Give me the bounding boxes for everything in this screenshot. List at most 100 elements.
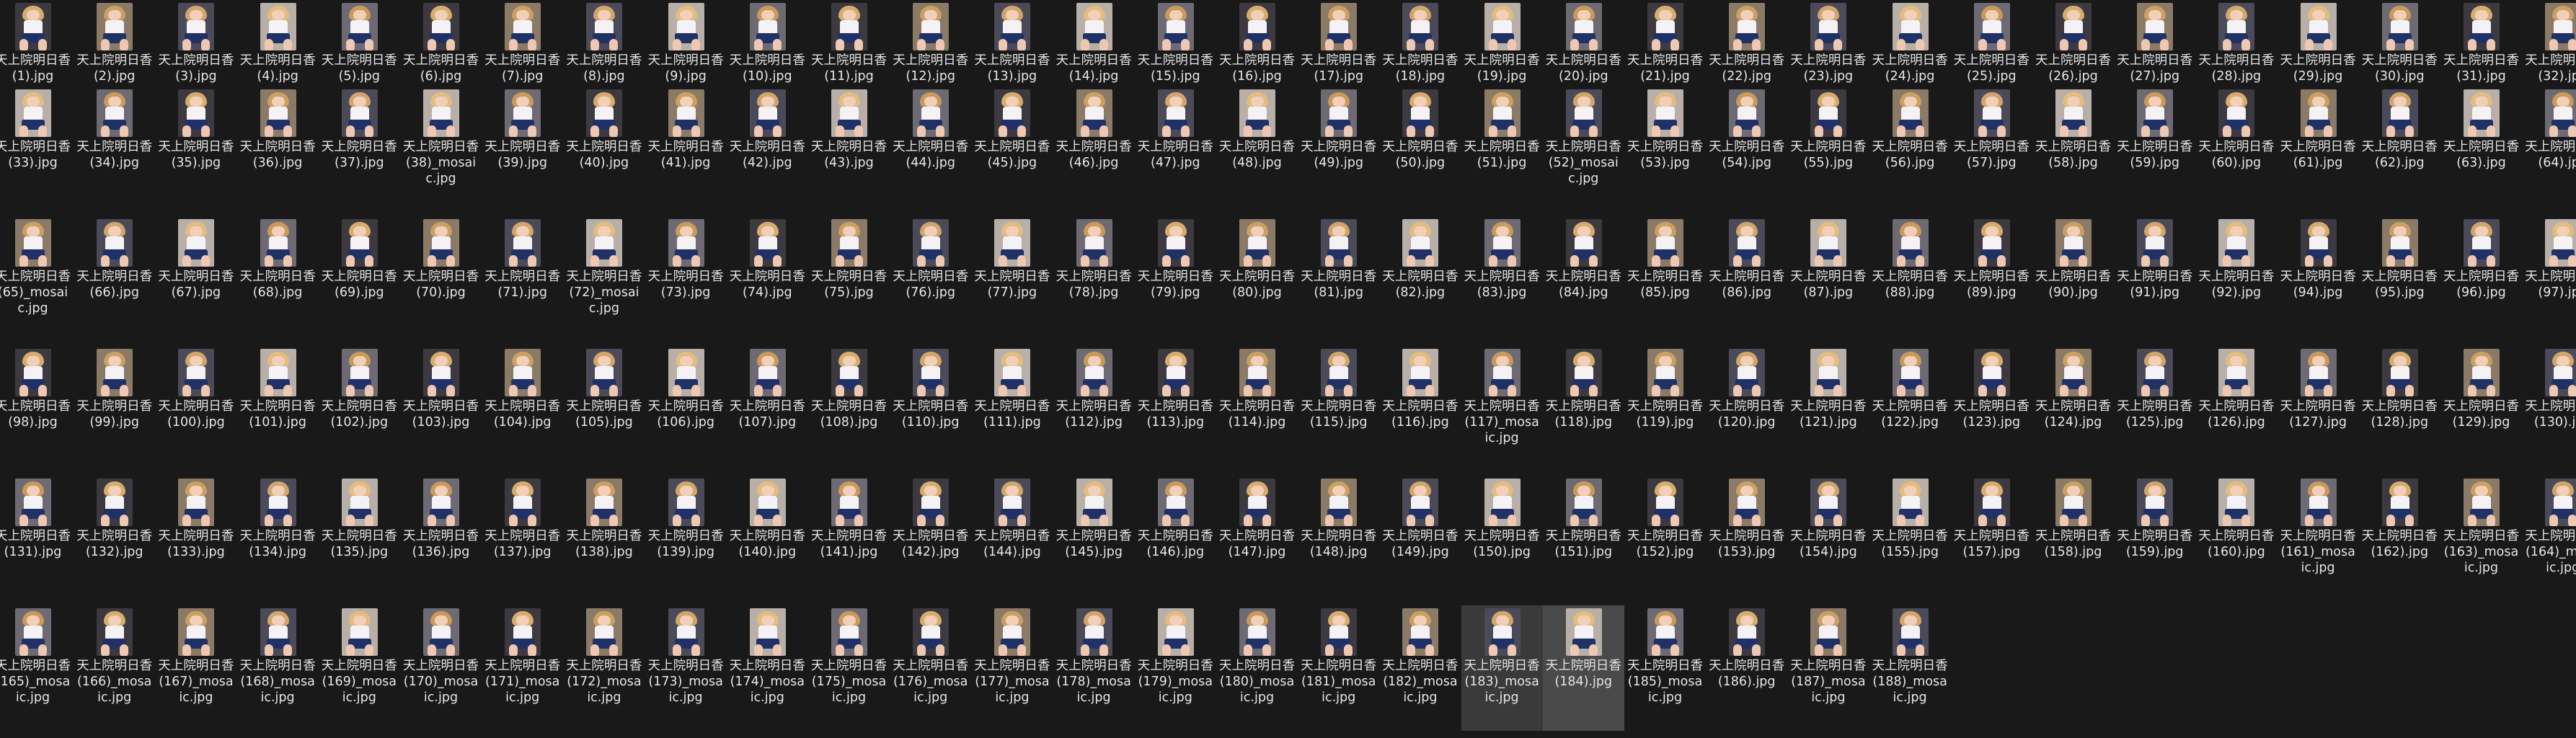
- file-item[interactable]: 天上院明日香 (114).jpg: [1216, 346, 1298, 471]
- file-item[interactable]: 天上院明日香 (122).jpg: [1869, 346, 1951, 471]
- file-item[interactable]: 天上院明日香 (158).jpg: [2032, 476, 2114, 601]
- file-item[interactable]: 天上院明日香 (116).jpg: [1379, 346, 1461, 471]
- file-item[interactable]: 天上院明日香 (61).jpg: [2278, 86, 2359, 212]
- file-item[interactable]: 天上院明日香 (161)_mosaic.jpg: [2278, 476, 2359, 601]
- file-item[interactable]: 天上院明日香 (150).jpg: [1461, 476, 1543, 601]
- file-item[interactable]: 天上院明日香 (145).jpg: [1053, 476, 1135, 601]
- file-item[interactable]: 天上院明日香 (171)_mosaic.jpg: [482, 605, 563, 731]
- file-item[interactable]: 天上院明日香 (86).jpg: [1706, 216, 1787, 342]
- file-item[interactable]: 天上院明日香 (175)_mosaic.jpg: [808, 605, 890, 731]
- file-item[interactable]: 天上院明日香 (154).jpg: [1787, 476, 1869, 601]
- file-item[interactable]: 天上院明日香 (183)_mosaic.jpg: [1461, 605, 1543, 731]
- file-item[interactable]: 天上院明日香 (128).jpg: [2359, 346, 2440, 471]
- file-item[interactable]: 天上院明日香 (42).jpg: [727, 86, 808, 212]
- file-item[interactable]: 天上院明日香 (187)_mosaic.jpg: [1787, 605, 1869, 731]
- file-item[interactable]: 天上院明日香 (50).jpg: [1379, 86, 1461, 212]
- file-item[interactable]: 天上院明日香 (106).jpg: [645, 346, 727, 471]
- file-item[interactable]: 天上院明日香 (39).jpg: [482, 86, 563, 212]
- file-item[interactable]: 天上院明日香 (148).jpg: [1298, 476, 1379, 601]
- file-item[interactable]: 天上院明日香 (59).jpg: [2114, 86, 2195, 212]
- file-item[interactable]: 天上院明日香 (35).jpg: [155, 86, 236, 212]
- file-item[interactable]: 天上院明日香 (111).jpg: [971, 346, 1053, 471]
- file-item[interactable]: 天上院明日香 (117)_mosaic.jpg: [1461, 346, 1543, 471]
- file-item[interactable]: 天上院明日香 (77).jpg: [971, 216, 1053, 342]
- file-item[interactable]: 天上院明日香 (149).jpg: [1379, 476, 1461, 601]
- file-item[interactable]: 天上院明日香 (169)_mosaic.jpg: [319, 605, 400, 731]
- file-item[interactable]: 天上院明日香 (84).jpg: [1543, 216, 1624, 342]
- file-item[interactable]: 天上院明日香 (173)_mosaic.jpg: [645, 605, 727, 731]
- file-item[interactable]: 天上院明日香 (34).jpg: [74, 86, 155, 212]
- file-item[interactable]: 天上院明日香 (120).jpg: [1706, 346, 1787, 471]
- file-item[interactable]: 天上院明日香 (167)_mosaic.jpg: [155, 605, 236, 731]
- file-item[interactable]: 天上院明日香 (172)_mosaic.jpg: [563, 605, 645, 731]
- file-item[interactable]: 天上院明日香 (136).jpg: [400, 476, 482, 601]
- file-item[interactable]: 天上院明日香 (124).jpg: [2032, 346, 2114, 471]
- file-item[interactable]: 天上院明日香 (56).jpg: [1869, 86, 1951, 212]
- file-item[interactable]: 天上院明日香 (125).jpg: [2114, 346, 2195, 471]
- file-item[interactable]: 天上院明日香 (168)_mosaic.jpg: [237, 605, 319, 731]
- file-item[interactable]: 天上院明日香 (71).jpg: [482, 216, 563, 342]
- file-item[interactable]: 天上院明日香 (51).jpg: [1461, 86, 1543, 212]
- file-item[interactable]: 天上院明日香 (79).jpg: [1135, 216, 1216, 342]
- file-item[interactable]: 天上院明日香 (153).jpg: [1706, 476, 1787, 601]
- file-item[interactable]: 天上院明日香 (133).jpg: [155, 476, 236, 601]
- file-item[interactable]: 天上院明日香 (63).jpg: [2440, 86, 2522, 212]
- file-item[interactable]: 天上院明日香 (66).jpg: [74, 216, 155, 342]
- file-item[interactable]: 天上院明日香 (99).jpg: [74, 346, 155, 471]
- file-item[interactable]: 天上院明日香 (160).jpg: [2195, 476, 2277, 601]
- file-item[interactable]: 天上院明日香 (58).jpg: [2032, 86, 2114, 212]
- file-item[interactable]: 天上院明日香 (141).jpg: [808, 476, 890, 601]
- file-item[interactable]: 天上院明日香 (151).jpg: [1543, 476, 1624, 601]
- file-item[interactable]: 天上院明日香 (184).jpg: [1542, 605, 1624, 731]
- file-item[interactable]: 天上院明日香 (45).jpg: [971, 86, 1053, 212]
- file-item[interactable]: 天上院明日香 (147).jpg: [1216, 476, 1298, 601]
- file-item[interactable]: 天上院明日香 (179)_mosaic.jpg: [1135, 605, 1216, 731]
- file-item[interactable]: 天上院明日香 (62).jpg: [2359, 86, 2440, 212]
- file-item[interactable]: 天上院明日香 (102).jpg: [319, 346, 400, 471]
- file-item[interactable]: 天上院明日香 (121).jpg: [1787, 346, 1869, 471]
- file-item[interactable]: 天上院明日香 (177)_mosaic.jpg: [971, 605, 1053, 731]
- file-item[interactable]: 天上院明日香 (36).jpg: [237, 86, 319, 212]
- file-item[interactable]: 天上院明日香 (76).jpg: [890, 216, 971, 342]
- file-item[interactable]: 天上院明日香 (103).jpg: [400, 346, 482, 471]
- file-item[interactable]: 天上院明日香 (112).jpg: [1053, 346, 1135, 471]
- file-item[interactable]: 天上院明日香 (132).jpg: [74, 476, 155, 601]
- file-item[interactable]: 天上院明日香 (178)_mosaic.jpg: [1053, 605, 1135, 731]
- file-item[interactable]: 天上院明日香 (130).jpg: [2522, 346, 2576, 471]
- file-item[interactable]: 天上院明日香 (107).jpg: [727, 346, 808, 471]
- file-item[interactable]: 天上院明日香 (165)_mosaic.jpg: [0, 605, 74, 731]
- file-item[interactable]: 天上院明日香 (127).jpg: [2278, 346, 2359, 471]
- file-item[interactable]: 天上院明日香 (163)_mosaic.jpg: [2440, 476, 2522, 601]
- file-item[interactable]: 天上院明日香 (119).jpg: [1624, 346, 1706, 471]
- file-item[interactable]: 天上院明日香 (41).jpg: [645, 86, 727, 212]
- file-item[interactable]: 天上院明日香 (54).jpg: [1706, 86, 1787, 212]
- file-item[interactable]: 天上院明日香 (89).jpg: [1951, 216, 2032, 342]
- file-item[interactable]: 天上院明日香 (40).jpg: [563, 86, 645, 212]
- file-item[interactable]: 天上院明日香 (162).jpg: [2359, 476, 2440, 601]
- file-item[interactable]: 天上院明日香 (75).jpg: [808, 216, 890, 342]
- file-item[interactable]: 天上院明日香 (92).jpg: [2195, 216, 2277, 342]
- file-item[interactable]: 天上院明日香 (44).jpg: [890, 86, 971, 212]
- file-item[interactable]: 天上院明日香 (90).jpg: [2032, 216, 2114, 342]
- file-item[interactable]: 天上院明日香 (83).jpg: [1461, 216, 1543, 342]
- file-item[interactable]: 天上院明日香 (146).jpg: [1135, 476, 1216, 601]
- file-item[interactable]: 天上院明日香 (110).jpg: [890, 346, 971, 471]
- file-item[interactable]: 天上院明日香 (85).jpg: [1624, 216, 1706, 342]
- file-item[interactable]: 天上院明日香 (185)_mosaic.jpg: [1624, 605, 1706, 731]
- file-item[interactable]: 天上院明日香 (95).jpg: [2359, 216, 2440, 342]
- file-item[interactable]: 天上院明日香 (97).jpg: [2522, 216, 2576, 342]
- file-item[interactable]: 天上院明日香 (152).jpg: [1624, 476, 1706, 601]
- file-item[interactable]: 天上院明日香 (49).jpg: [1298, 86, 1379, 212]
- file-item[interactable]: 天上院明日香 (78).jpg: [1053, 216, 1135, 342]
- file-item[interactable]: 天上院明日香 (166)_mosaic.jpg: [74, 605, 155, 731]
- file-item[interactable]: 天上院明日香 (180)_mosaic.jpg: [1216, 605, 1298, 731]
- file-item[interactable]: 天上院明日香 (67).jpg: [155, 216, 236, 342]
- file-item[interactable]: 天上院明日香 (69).jpg: [319, 216, 400, 342]
- file-item[interactable]: 天上院明日香 (181)_mosaic.jpg: [1298, 605, 1379, 731]
- file-item[interactable]: 天上院明日香 (73).jpg: [645, 216, 727, 342]
- file-item[interactable]: 天上院明日香 (65)_mosaic.jpg: [0, 216, 74, 342]
- file-item[interactable]: 天上院明日香 (159).jpg: [2114, 476, 2195, 601]
- file-item[interactable]: 天上院明日香 (81).jpg: [1298, 216, 1379, 342]
- file-item[interactable]: 天上院明日香 (131).jpg: [0, 476, 74, 601]
- file-item[interactable]: 天上院明日香 (140).jpg: [727, 476, 808, 601]
